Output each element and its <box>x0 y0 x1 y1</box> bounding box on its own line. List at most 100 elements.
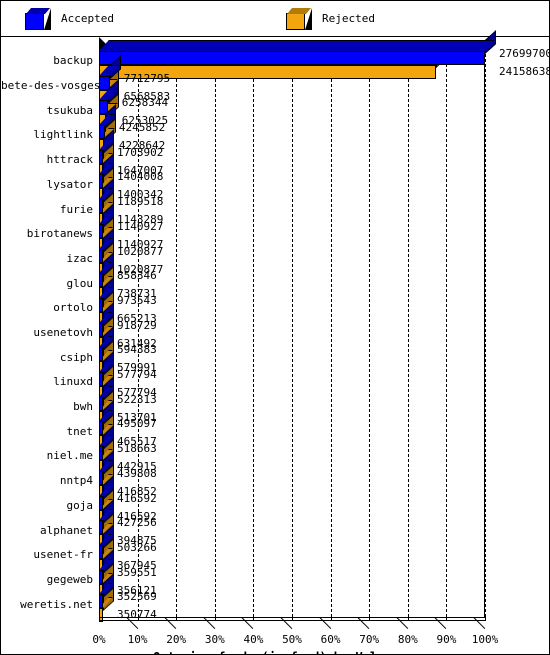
bar-accepted-goja-face <box>99 495 103 510</box>
value-label-accepted-bwh: 522313 <box>117 392 157 406</box>
bar-accepted-backup-top <box>99 40 495 51</box>
category-label-izac: izac <box>66 251 94 265</box>
bar-accepted-furie-face <box>99 199 103 214</box>
category-label-tnet: tnet <box>66 424 94 438</box>
bar-accepted-lysator <box>99 153 114 189</box>
category-label-usenetovh: usenetovh <box>33 326 93 339</box>
value-label-accepted-niel-me: 518663 <box>117 442 157 456</box>
category-label-niel-me: niel.me <box>46 449 93 463</box>
category-label-alphanet: alphanet <box>40 523 93 537</box>
bar-accepted-alphanet <box>99 499 114 535</box>
category-label-bwh: bwh <box>73 400 93 414</box>
category-label-nntp4: nntp4 <box>59 474 93 488</box>
category-label-usenet-fr: usenet-fr <box>33 548 93 562</box>
category-label-tsukuba: tsukuba <box>46 103 93 117</box>
category-label-furie: furie <box>59 202 93 216</box>
category-label-weretis-net: weretis.net <box>20 597 93 611</box>
value-label-accepted-weretis-net: 352569 <box>117 590 157 604</box>
chart-legend: Accepted Rejected <box>1 1 549 37</box>
value-label-accepted-gegeweb: 359551 <box>117 565 157 579</box>
value-label-accepted-linuxd: 577794 <box>117 368 157 382</box>
value-label-rejected-weretis-net: 350774 <box>117 608 157 622</box>
bar-accepted-linuxd-face <box>99 372 103 387</box>
value-label-accepted-usenetovh: 918729 <box>117 318 157 332</box>
x-axis-title: Outgoing feeds (innfeed) by Volume <box>1 650 549 654</box>
category-label-linuxd: linuxd <box>53 375 93 389</box>
legend-item-accepted: Accepted <box>25 7 114 31</box>
x-axis-tick-depth <box>397 617 409 629</box>
value-label-rejected-backup: 241586389 <box>499 65 549 78</box>
x-axis-tick-depth <box>281 617 293 629</box>
legend-label-rejected: Rejected <box>322 12 375 25</box>
x-axis-tick-depth <box>474 617 486 629</box>
x-axis-tick-depth <box>242 617 254 629</box>
value-label-accepted-csiph: 594383 <box>117 343 157 357</box>
gridline <box>407 49 409 617</box>
bar-accepted-birotanews-face <box>99 223 103 238</box>
bar-accepted-ortolo <box>99 277 114 312</box>
bar-accepted-usenetovh-face <box>99 322 103 337</box>
x-axis-tick-label: 100% <box>471 633 499 646</box>
bar-accepted-birotanews <box>99 202 114 238</box>
category-label-ortolo: ortolo <box>53 301 93 315</box>
category-label-httrack: httrack <box>46 153 93 167</box>
bar-accepted-usenet-fr <box>99 524 114 559</box>
bar-accepted-goja <box>99 474 114 510</box>
value-label-accepted-tsukuba: 6258344 <box>121 96 169 110</box>
bar-accepted-glou <box>99 252 114 288</box>
gridline <box>292 49 293 617</box>
cube-icon-accepted <box>25 8 51 30</box>
category-label-csiph: csiph <box>59 350 93 364</box>
bar-accepted-backup <box>99 30 496 65</box>
value-label-accepted-glou: 858346 <box>117 269 157 283</box>
value-label-accepted-furie: 1189518 <box>117 195 164 209</box>
chart-window: Accepted Rejected backup bete-des-vosges t… <box>0 0 550 655</box>
bar-accepted-ortolo-face <box>99 297 103 312</box>
bar-accepted-tnet <box>99 400 114 436</box>
legend-item-rejected: Rejected <box>286 7 375 31</box>
category-label-gegeweb: gegeweb <box>46 572 93 586</box>
x-axis-tick-depth <box>165 617 177 629</box>
bar-accepted-linuxd <box>99 351 114 387</box>
x-axis-tick-depth <box>204 617 216 629</box>
value-label-accepted-nntp4: 439808 <box>117 466 157 480</box>
category-label-lightlink: lightlink <box>33 128 93 142</box>
plot-frame: backup bete-des-vosges tsukuba lightlink htt… <box>1 30 549 654</box>
value-label-accepted-tnet: 495097 <box>117 417 157 431</box>
gridline <box>176 49 178 617</box>
value-label-accepted-izac: 1020877 <box>117 244 164 258</box>
value-label-accepted-backup: 276997008 <box>499 47 549 60</box>
gridline <box>446 49 448 617</box>
bar-accepted-gegeweb-face <box>99 569 103 584</box>
category-label-glou: glou <box>66 276 94 290</box>
bar-accepted-usenetovh <box>99 301 114 337</box>
cube-icon-rejected <box>286 8 312 30</box>
gridline <box>330 49 332 617</box>
bar-accepted-nntp4 <box>99 449 114 485</box>
bar-accepted-usenet-fr-face <box>99 544 103 559</box>
legend-label-accepted: Accepted <box>61 12 114 25</box>
value-label-accepted-bete-des-vosges: 7712795 <box>123 71 171 85</box>
bar-accepted-furie <box>99 178 114 214</box>
bar-accepted-bwh <box>99 375 114 411</box>
gridline <box>214 49 216 617</box>
bar-accepted-izac-face <box>99 248 103 263</box>
value-label-accepted-lysator: 1404008 <box>117 170 164 184</box>
category-label-goja: goja <box>66 498 94 512</box>
gridline <box>485 49 486 617</box>
bar-accepted-niel-me <box>99 425 114 461</box>
bar-accepted-glou-face <box>99 273 103 288</box>
bar-accepted-niel-me-face <box>99 446 103 461</box>
value-label-accepted-lightlink: 4245852 <box>118 121 166 135</box>
bar-accepted-tnet-face <box>99 421 103 436</box>
x-axis-tick-depth <box>320 617 332 629</box>
bar-accepted-bwh-face <box>99 396 103 411</box>
bar-accepted-gegeweb <box>99 548 114 584</box>
value-label-accepted-alphanet: 427256 <box>117 516 157 530</box>
category-label-birotanews: birotanews <box>26 227 93 241</box>
bar-accepted-backup-face <box>99 51 485 65</box>
bar-accepted-izac <box>99 227 114 263</box>
bar-accepted-csiph-face <box>99 347 103 362</box>
bar-accepted-lysator-face <box>99 174 103 189</box>
value-label-accepted-goja: 416592 <box>117 491 157 505</box>
